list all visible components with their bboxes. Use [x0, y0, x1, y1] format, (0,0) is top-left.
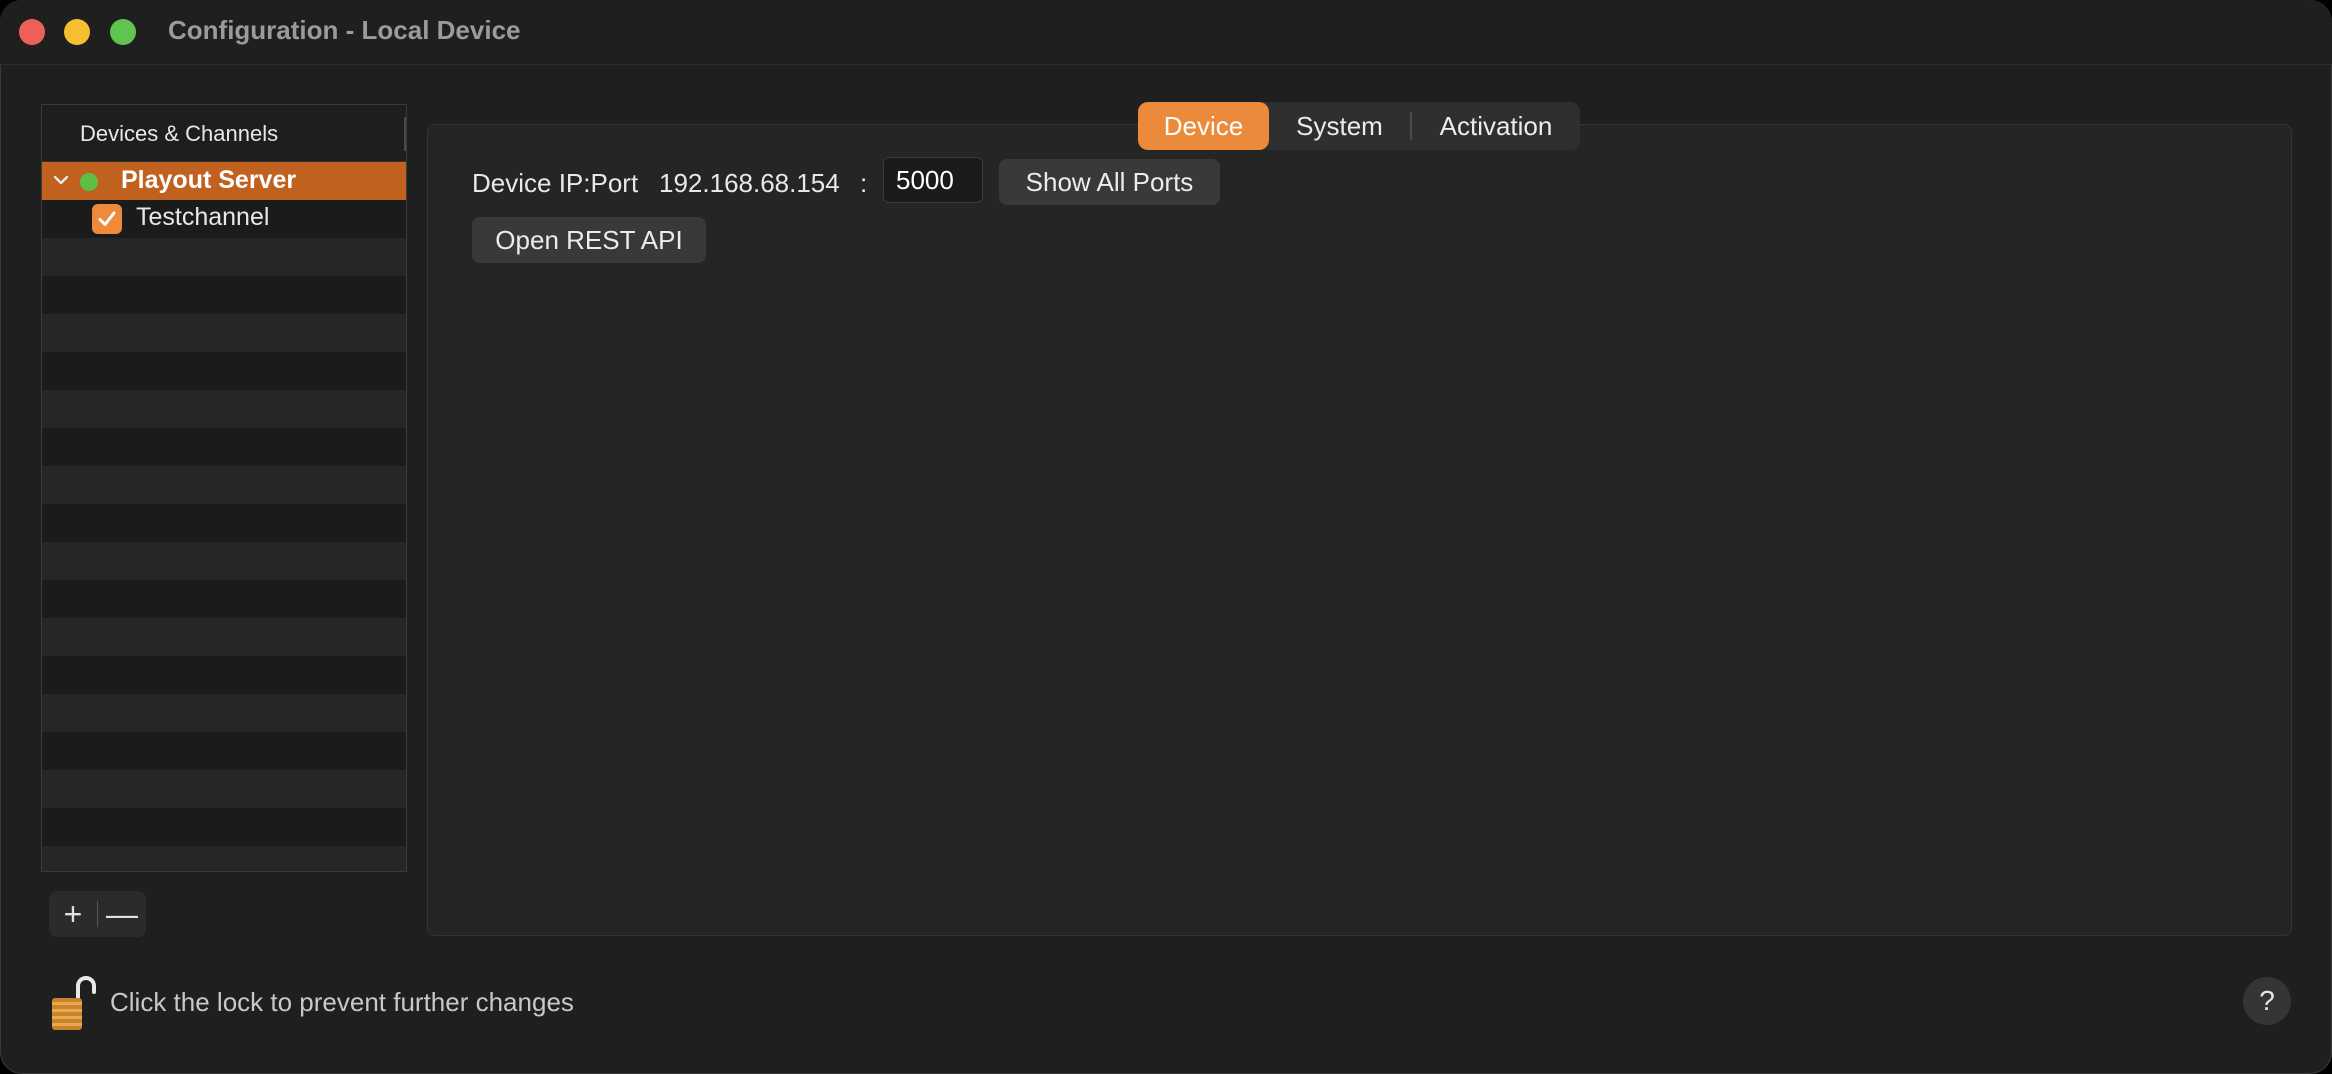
add-button[interactable]: + [49, 891, 97, 937]
padlock-open-icon[interactable] [48, 972, 100, 1032]
empty-row [42, 770, 406, 808]
column-divider[interactable] [404, 117, 406, 151]
empty-row [42, 580, 406, 618]
tab-device[interactable]: Device [1138, 102, 1269, 150]
settings-panel [427, 124, 2292, 936]
status-online-icon [80, 173, 98, 191]
close-window-button[interactable] [19, 19, 45, 45]
list-rows: Playout Server Testchannel [42, 162, 406, 871]
devices-channels-list[interactable]: Devices & Channels Playout Server Testch… [41, 104, 407, 872]
empty-row [42, 732, 406, 770]
zoom-window-button[interactable] [110, 19, 136, 45]
show-all-ports-button[interactable]: Show All Ports [999, 159, 1220, 205]
list-header-title: Devices & Channels [80, 121, 279, 146]
list-header: Devices & Channels [42, 105, 406, 162]
device-ip-value: 192.168.68.154 [659, 168, 840, 198]
tab-system[interactable]: System [1269, 102, 1410, 150]
chevron-down-icon[interactable] [50, 169, 72, 191]
remove-button[interactable]: — [98, 891, 146, 937]
lock-message: Click the lock to prevent further change… [110, 987, 574, 1017]
empty-row [42, 466, 406, 504]
empty-row [42, 846, 406, 871]
port-field[interactable]: 5000 [883, 157, 983, 203]
channel-label: Testchannel [136, 203, 270, 231]
device-ip-port-label: Device IP:Port [472, 168, 639, 198]
empty-row [42, 504, 406, 542]
empty-row [42, 238, 406, 276]
channel-enabled-checkbox[interactable] [92, 204, 122, 234]
device-label: Playout Server [121, 166, 297, 194]
empty-row [42, 542, 406, 580]
tab-bar: Device System Activation [1138, 102, 1580, 150]
empty-row [42, 276, 406, 314]
empty-row [42, 694, 406, 732]
empty-row [42, 314, 406, 352]
title-bar: Configuration - Local Device [0, 0, 2332, 65]
ip-port-separator: : [860, 168, 868, 198]
open-rest-api-button[interactable]: Open REST API [472, 217, 706, 263]
empty-row [42, 352, 406, 390]
checkmark-icon [98, 211, 116, 226]
device-row-playout-server[interactable]: Playout Server [42, 162, 406, 200]
empty-row [42, 656, 406, 694]
empty-row [42, 808, 406, 846]
tab-activation[interactable]: Activation [1412, 102, 1580, 150]
minimize-window-button[interactable] [64, 19, 90, 45]
help-button[interactable]: ? [2243, 977, 2291, 1025]
empty-row [42, 618, 406, 656]
empty-row [42, 428, 406, 466]
configuration-window: Configuration - Local Device Devices & C… [0, 0, 2332, 1074]
empty-row [42, 390, 406, 428]
channel-row-testchannel[interactable]: Testchannel [42, 200, 406, 238]
add-remove-control: + — [49, 891, 146, 937]
window-title: Configuration - Local Device [168, 15, 521, 45]
